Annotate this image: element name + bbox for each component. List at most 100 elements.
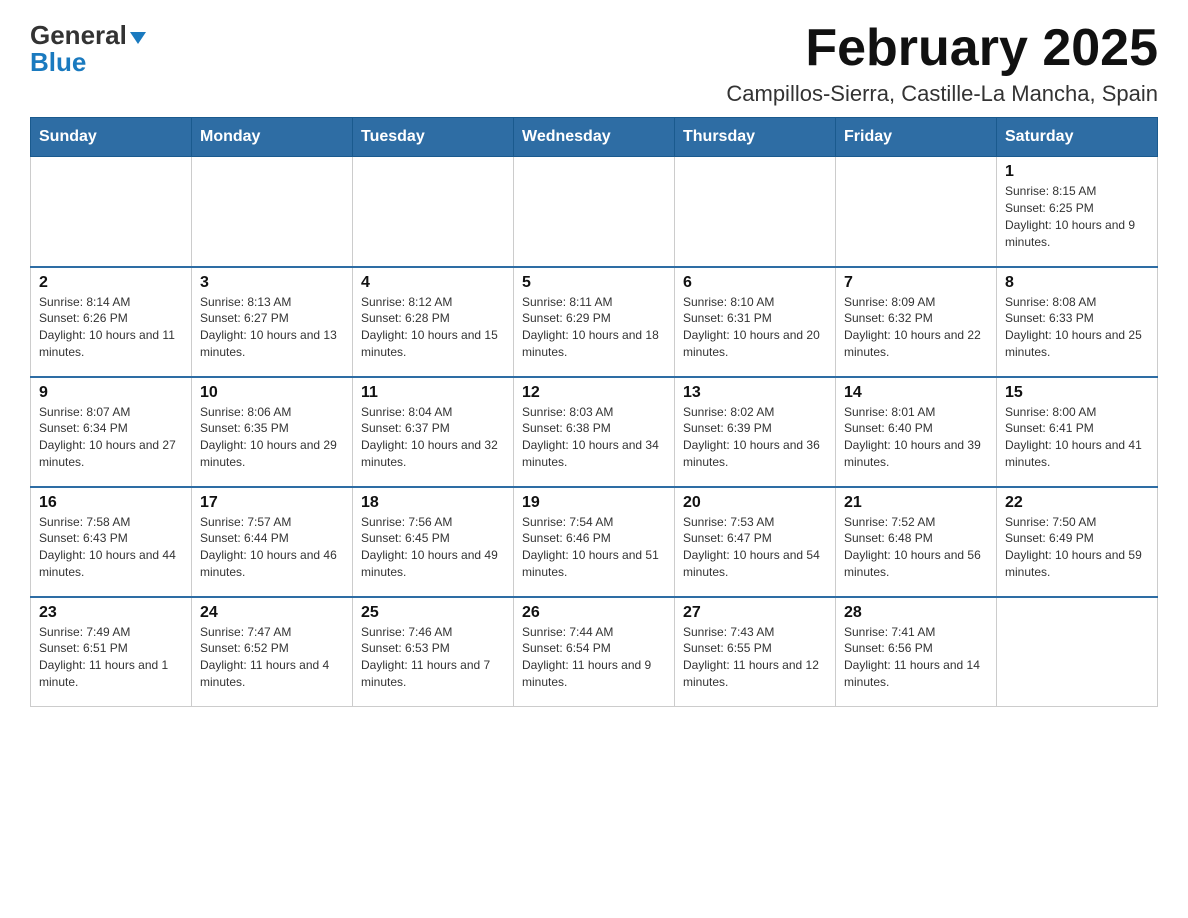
calendar-cell: 13 Sunrise: 8:02 AMSunset: 6:39 PMDayligh…: [675, 377, 836, 487]
calendar-cell: 4 Sunrise: 8:12 AMSunset: 6:28 PMDaylight…: [353, 267, 514, 377]
calendar-cell: 21 Sunrise: 7:52 AMSunset: 6:48 PMDayligh…: [836, 487, 997, 597]
column-header-friday: Friday: [836, 118, 997, 157]
calendar-cell: 20 Sunrise: 7:53 AMSunset: 6:47 PMDayligh…: [675, 487, 836, 597]
day-number: 8: [1005, 274, 1149, 292]
day-number: 6: [683, 274, 827, 292]
day-number: 4: [361, 274, 505, 292]
calendar-week-row: 16Sunrise: 7:58 AMSunset: 6:43 PMDayligh…: [31, 487, 1158, 597]
calendar-cell: 22Sunrise: 7:50 AMSunset: 6:49 PMDayligh…: [997, 487, 1158, 597]
day-number: 9: [39, 384, 183, 402]
calendar-cell: 17 Sunrise: 7:57 AMSunset: 6:44 PMDayligh…: [192, 487, 353, 597]
day-number: 23: [39, 604, 183, 622]
day-number: 5: [522, 274, 666, 292]
day-number: 22: [1005, 494, 1149, 512]
day-info: Sunrise: 8:11 AMSunset: 6:29 PMDaylight:…: [522, 294, 666, 361]
day-info: Sunrise: 8:01 AMSunset: 6:40 PMDaylight:…: [844, 404, 988, 471]
day-info: Sunrise: 7:52 AMSunset: 6:48 PMDaylight:…: [844, 514, 988, 581]
day-info: Sunrise: 8:03 AMSunset: 6:38 PMDaylight:…: [522, 404, 666, 471]
calendar-cell: 28 Sunrise: 7:41 AMSunset: 6:56 PMDayligh…: [836, 597, 997, 707]
day-info: Sunrise: 7:53 AMSunset: 6:47 PMDaylight:…: [683, 514, 827, 581]
day-number: 20: [683, 494, 827, 512]
day-number: 10: [200, 384, 344, 402]
calendar-cell: 10 Sunrise: 8:06 AMSunset: 6:35 PMDayligh…: [192, 377, 353, 487]
column-header-wednesday: Wednesday: [514, 118, 675, 157]
day-info: Sunrise: 7:44 AMSunset: 6:54 PMDaylight:…: [522, 624, 666, 691]
column-header-saturday: Saturday: [997, 118, 1158, 157]
column-header-tuesday: Tuesday: [353, 118, 514, 157]
calendar-cell: 24 Sunrise: 7:47 AMSunset: 6:52 PMDayligh…: [192, 597, 353, 707]
calendar-cell: 27Sunrise: 7:43 AMSunset: 6:55 PMDayligh…: [675, 597, 836, 707]
calendar-cell: [353, 157, 514, 267]
calendar-cell: 16Sunrise: 7:58 AMSunset: 6:43 PMDayligh…: [31, 487, 192, 597]
day-info: Sunrise: 8:15 AMSunset: 6:25 PMDaylight:…: [1005, 183, 1149, 250]
calendar-cell: [836, 157, 997, 267]
day-number: 7: [844, 274, 988, 292]
column-header-thursday: Thursday: [675, 118, 836, 157]
logo: General Blue: [30, 20, 146, 78]
day-info: Sunrise: 7:46 AMSunset: 6:53 PMDaylight:…: [361, 624, 505, 691]
calendar-week-row: 1Sunrise: 8:15 AMSunset: 6:25 PMDaylight…: [31, 157, 1158, 267]
day-number: 12: [522, 384, 666, 402]
day-info: Sunrise: 8:14 AMSunset: 6:26 PMDaylight:…: [39, 294, 183, 361]
calendar-cell: 9 Sunrise: 8:07 AMSunset: 6:34 PMDaylight…: [31, 377, 192, 487]
calendar-table: SundayMondayTuesdayWednesdayThursdayFrid…: [30, 117, 1158, 707]
calendar-cell: 12 Sunrise: 8:03 AMSunset: 6:38 PMDayligh…: [514, 377, 675, 487]
title-block: February 2025 Campillos-Sierra, Castille…: [726, 20, 1158, 107]
day-info: Sunrise: 7:41 AMSunset: 6:56 PMDaylight:…: [844, 624, 988, 691]
day-number: 26: [522, 604, 666, 622]
logo-line2: Blue: [30, 47, 146, 78]
calendar-cell: 7 Sunrise: 8:09 AMSunset: 6:32 PMDaylight…: [836, 267, 997, 377]
day-info: Sunrise: 7:47 AMSunset: 6:52 PMDaylight:…: [200, 624, 344, 691]
calendar-cell: [31, 157, 192, 267]
day-info: Sunrise: 8:10 AMSunset: 6:31 PMDaylight:…: [683, 294, 827, 361]
day-number: 28: [844, 604, 988, 622]
day-info: Sunrise: 8:12 AMSunset: 6:28 PMDaylight:…: [361, 294, 505, 361]
calendar-cell: 14 Sunrise: 8:01 AMSunset: 6:40 PMDayligh…: [836, 377, 997, 487]
day-info: Sunrise: 7:54 AMSunset: 6:46 PMDaylight:…: [522, 514, 666, 581]
day-info: Sunrise: 8:02 AMSunset: 6:39 PMDaylight:…: [683, 404, 827, 471]
day-info: Sunrise: 8:07 AMSunset: 6:34 PMDaylight:…: [39, 404, 183, 471]
calendar-cell: [514, 157, 675, 267]
day-number: 2: [39, 274, 183, 292]
day-number: 27: [683, 604, 827, 622]
calendar-cell: 6 Sunrise: 8:10 AMSunset: 6:31 PMDaylight…: [675, 267, 836, 377]
calendar-cell: 5 Sunrise: 8:11 AMSunset: 6:29 PMDaylight…: [514, 267, 675, 377]
calendar-cell: 23 Sunrise: 7:49 AMSunset: 6:51 PMDayligh…: [31, 597, 192, 707]
column-header-monday: Monday: [192, 118, 353, 157]
calendar-cell: [192, 157, 353, 267]
calendar-week-row: 2 Sunrise: 8:14 AMSunset: 6:26 PMDaylight…: [31, 267, 1158, 377]
calendar-cell: 2 Sunrise: 8:14 AMSunset: 6:26 PMDaylight…: [31, 267, 192, 377]
day-info: Sunrise: 7:49 AMSunset: 6:51 PMDaylight:…: [39, 624, 183, 691]
day-number: 14: [844, 384, 988, 402]
day-info: Sunrise: 8:04 AMSunset: 6:37 PMDaylight:…: [361, 404, 505, 471]
day-info: Sunrise: 7:58 AMSunset: 6:43 PMDaylight:…: [39, 514, 183, 581]
day-info: Sunrise: 7:56 AMSunset: 6:45 PMDaylight:…: [361, 514, 505, 581]
day-info: Sunrise: 8:09 AMSunset: 6:32 PMDaylight:…: [844, 294, 988, 361]
calendar-cell: [675, 157, 836, 267]
calendar-cell: 15Sunrise: 8:00 AMSunset: 6:41 PMDayligh…: [997, 377, 1158, 487]
day-info: Sunrise: 8:06 AMSunset: 6:35 PMDaylight:…: [200, 404, 344, 471]
calendar-cell: 3Sunrise: 8:13 AMSunset: 6:27 PMDaylight…: [192, 267, 353, 377]
calendar-cell: 11 Sunrise: 8:04 AMSunset: 6:37 PMDayligh…: [353, 377, 514, 487]
column-header-sunday: Sunday: [31, 118, 192, 157]
day-number: 3: [200, 274, 344, 292]
logo-triangle-icon: [130, 32, 146, 44]
calendar-week-row: 23 Sunrise: 7:49 AMSunset: 6:51 PMDayligh…: [31, 597, 1158, 707]
calendar-cell: [997, 597, 1158, 707]
calendar-subtitle: Campillos-Sierra, Castille-La Mancha, Sp…: [726, 81, 1158, 107]
day-info: Sunrise: 8:00 AMSunset: 6:41 PMDaylight:…: [1005, 404, 1149, 471]
page-header: General Blue February 2025 Campillos-Sie…: [30, 20, 1158, 107]
calendar-cell: 1Sunrise: 8:15 AMSunset: 6:25 PMDaylight…: [997, 157, 1158, 267]
day-number: 13: [683, 384, 827, 402]
day-number: 17: [200, 494, 344, 512]
calendar-week-row: 9 Sunrise: 8:07 AMSunset: 6:34 PMDaylight…: [31, 377, 1158, 487]
day-info: Sunrise: 7:57 AMSunset: 6:44 PMDaylight:…: [200, 514, 344, 581]
day-number: 11: [361, 384, 505, 402]
day-info: Sunrise: 8:08 AMSunset: 6:33 PMDaylight:…: [1005, 294, 1149, 361]
day-number: 19: [522, 494, 666, 512]
calendar-title: February 2025: [726, 20, 1158, 77]
day-number: 21: [844, 494, 988, 512]
calendar-cell: 26 Sunrise: 7:44 AMSunset: 6:54 PMDayligh…: [514, 597, 675, 707]
calendar-cell: 19 Sunrise: 7:54 AMSunset: 6:46 PMDayligh…: [514, 487, 675, 597]
day-number: 24: [200, 604, 344, 622]
